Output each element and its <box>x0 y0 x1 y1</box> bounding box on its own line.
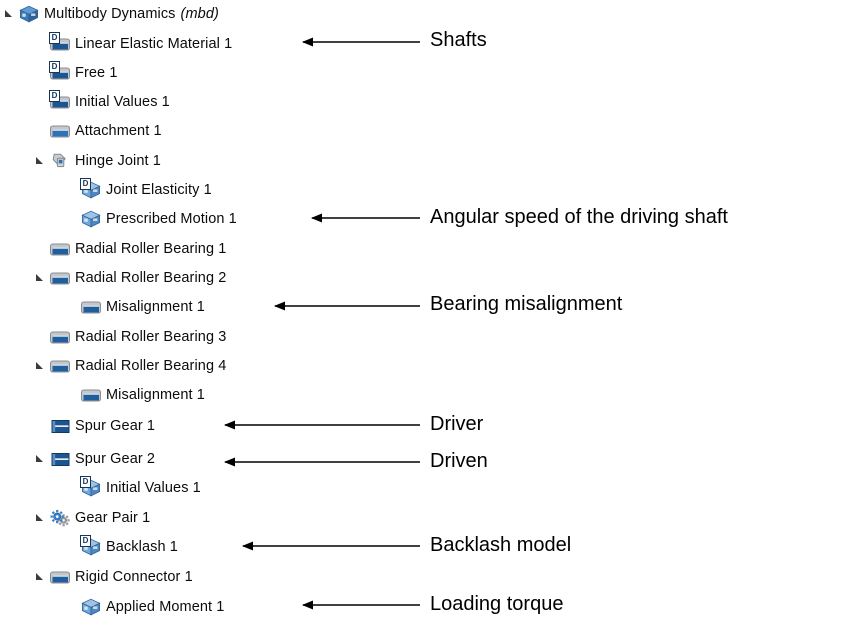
tree-item-label-italic-wrap: (mbd) <box>181 6 219 23</box>
tree-item-spur-gear-1[interactable]: Spur Gear 1 <box>33 414 155 438</box>
tree-item-label: Radial Roller Bearing 1 <box>75 240 227 257</box>
annotation-label: Backlash model <box>430 534 572 556</box>
radial-roller-bearing-icon <box>49 268 71 288</box>
expander-triangle-icon[interactable] <box>2 2 18 26</box>
tree-item-prescribed-motion-1[interactable]: Prescribed Motion 1 <box>64 207 237 231</box>
tree-item-initial-values-1[interactable]: D Initial Values 1 <box>33 90 170 114</box>
tree-item-label: Spur Gear 1 <box>75 417 156 434</box>
tree-item-label: Misalignment 1 <box>106 386 205 403</box>
free-constraint-icon: D <box>49 61 71 83</box>
tree-item-label: Rigid Connector 1 <box>75 568 193 585</box>
tree-item-attachment-1[interactable]: Attachment 1 <box>33 119 162 143</box>
tree-item-label: Backlash 1 <box>106 538 178 555</box>
tree-item-linear-elastic-material-1[interactable]: D Linear Elastic Material 1 <box>33 32 232 56</box>
tree-item-joint-elasticity-1[interactable]: D Joint Elasticity 1 <box>64 178 212 202</box>
tree-item-label: Joint Elasticity 1 <box>106 181 212 198</box>
tree-item-label: Prescribed Motion 1 <box>106 210 237 227</box>
tree-item-label: Free 1 <box>75 64 118 81</box>
tree-item-label: Spur Gear 2 <box>75 450 156 467</box>
annotation-label: Bearing misalignment <box>430 293 623 315</box>
backlash-icon: D <box>80 535 102 557</box>
spur-gear-icon <box>49 449 71 469</box>
tree-item-label: Applied Moment 1 <box>106 598 225 615</box>
mbd-physics-icon <box>18 4 40 24</box>
tree-item-label: Gear Pair 1 <box>75 509 151 526</box>
annotation-label: Driven <box>430 450 488 472</box>
tree-item-label: Linear Elastic Material 1 <box>75 35 233 52</box>
misalignment-icon <box>80 297 102 317</box>
tree-item-label-suffix: (mbd) <box>180 5 219 22</box>
annotation-label: Shafts <box>430 29 487 51</box>
tree-item-radial-roller-bearing-2[interactable]: Radial Roller Bearing 2 <box>33 266 226 290</box>
radial-roller-bearing-icon <box>49 327 71 347</box>
gear-pair-icon <box>49 508 71 528</box>
tree-item-radial-roller-bearing-3[interactable]: Radial Roller Bearing 3 <box>33 325 226 349</box>
misalignment-icon <box>80 385 102 405</box>
joint-elasticity-icon: D <box>80 178 102 200</box>
tree-item-misalignment-1[interactable]: Misalignment 1 <box>64 295 205 319</box>
annotation-label: Loading torque <box>430 593 564 615</box>
tree-item-label: Initial Values 1 <box>106 479 201 496</box>
tree-item-label: Initial Values 1 <box>75 93 170 110</box>
tree-item-label: Radial Roller Bearing 4 <box>75 357 227 374</box>
tree-item-label: Multibody Dynamics <box>44 5 176 22</box>
tree-item-backlash-1[interactable]: D Backlash 1 <box>64 535 178 559</box>
annotation-label: Angular speed of the driving shaft <box>430 206 728 228</box>
radial-roller-bearing-icon <box>49 239 71 259</box>
expander-triangle-icon[interactable] <box>33 565 49 589</box>
spur-gear-icon <box>49 416 71 436</box>
linear-elastic-material-icon: D <box>49 32 71 54</box>
radial-roller-bearing-icon <box>49 356 71 376</box>
tree-item-gear-pair-1[interactable]: Gear Pair 1 <box>33 506 150 530</box>
expander-triangle-icon[interactable] <box>33 266 49 290</box>
tree-item-free-1[interactable]: D Free 1 <box>33 61 118 85</box>
tree-item-label: Attachment 1 <box>75 122 162 139</box>
tree-item-label: Hinge Joint 1 <box>75 152 161 169</box>
initial-values-icon: D <box>49 90 71 112</box>
tree-item-multibody-dynamics[interactable]: Multibody Dynamics (mbd) <box>2 2 219 26</box>
tree-item-spur-gear-2[interactable]: Spur Gear 2 <box>33 447 155 471</box>
tree-item-radial-roller-bearing-1[interactable]: Radial Roller Bearing 1 <box>33 237 226 261</box>
attachment-icon <box>49 121 71 141</box>
expander-triangle-icon[interactable] <box>33 506 49 530</box>
rigid-connector-icon <box>49 567 71 587</box>
tree-item-applied-moment-1[interactable]: Applied Moment 1 <box>64 595 224 619</box>
gear-initial-values-icon: D <box>80 476 102 498</box>
tree-item-label: Radial Roller Bearing 2 <box>75 269 227 286</box>
prescribed-motion-icon <box>80 209 102 229</box>
expander-triangle-icon[interactable] <box>33 447 49 471</box>
tree-item-rigid-connector-1[interactable]: Rigid Connector 1 <box>33 565 193 589</box>
annotation-label: Driver <box>430 413 484 435</box>
tree-item-label: Misalignment 1 <box>106 298 205 315</box>
applied-moment-icon <box>80 597 102 617</box>
tree-item-label: Radial Roller Bearing 3 <box>75 328 227 345</box>
tree-item-hinge-joint-1[interactable]: Hinge Joint 1 <box>33 149 161 173</box>
hinge-joint-icon <box>49 151 71 171</box>
tree-item-radial-roller-bearing-4[interactable]: Radial Roller Bearing 4 <box>33 354 226 378</box>
expander-triangle-icon[interactable] <box>33 149 49 173</box>
tree-item-initial-values-1[interactable]: D Initial Values 1 <box>64 476 201 500</box>
model-tree[interactable]: Multibody Dynamics (mbd) D Linear Elastic M… <box>0 0 420 635</box>
expander-triangle-icon[interactable] <box>33 354 49 378</box>
tree-item-misalignment-1[interactable]: Misalignment 1 <box>64 383 205 407</box>
